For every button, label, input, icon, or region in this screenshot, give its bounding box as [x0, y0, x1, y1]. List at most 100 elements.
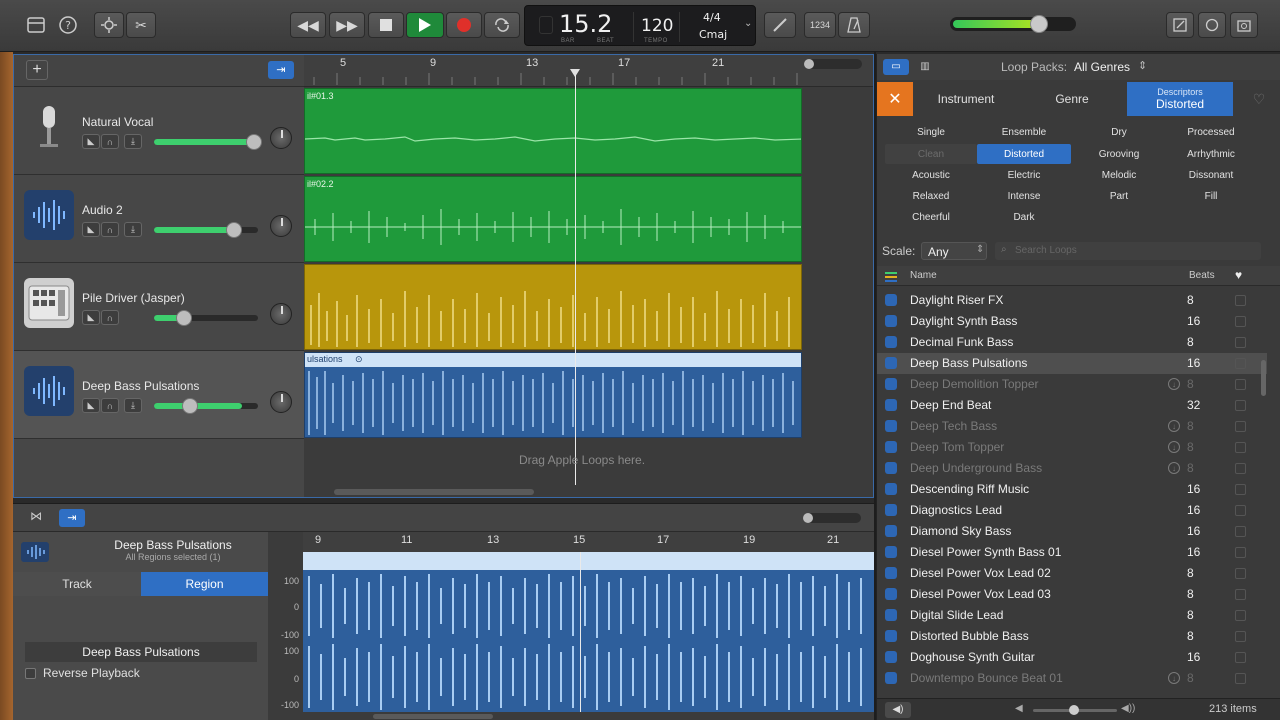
zoom-slider[interactable] — [804, 59, 862, 69]
editor-waveform[interactable] — [303, 552, 874, 712]
list-item[interactable]: Deep Underground Bass ↓ 8 — [877, 458, 1267, 479]
pan-knob[interactable] — [270, 303, 292, 325]
keyword-button[interactable]: Ensemble — [977, 122, 1071, 142]
cycle-button[interactable] — [484, 12, 520, 38]
track-volume-slider[interactable] — [154, 134, 262, 150]
record-enable-icon[interactable]: ⤓ — [124, 398, 142, 413]
list-item[interactable]: Descending Riff Music 16 — [877, 479, 1267, 500]
loop-packs-select[interactable]: All Genres — [1074, 60, 1130, 74]
download-icon[interactable]: ↓ — [1168, 378, 1180, 390]
master-volume-knob[interactable] — [1030, 15, 1048, 33]
keyword-button[interactable]: Electric — [977, 165, 1071, 185]
catch-playhead-icon[interactable]: ⇥ — [268, 61, 294, 79]
loop-browser-icon[interactable] — [1198, 12, 1226, 38]
list-item[interactable]: Diesel Power Vox Lead 02 8 — [877, 563, 1267, 584]
keyword-button[interactable]: Clean — [885, 144, 977, 164]
audio-region[interactable]: il#01.3 — [304, 88, 802, 174]
list-item[interactable]: Deep Bass Pulsations 16 — [877, 353, 1267, 374]
favorite-checkbox[interactable] — [1235, 421, 1246, 432]
column-beats[interactable]: Beats — [1189, 270, 1215, 281]
mute-icon[interactable]: ◣ — [82, 222, 100, 237]
list-item[interactable]: Diagnostics Lead 16 — [877, 500, 1267, 521]
list-item[interactable]: Deep End Beat 32 — [877, 395, 1267, 416]
horizontal-scrollbar[interactable] — [334, 489, 534, 495]
speaker-icon[interactable]: ◀) — [885, 702, 911, 718]
favorite-checkbox[interactable] — [1235, 547, 1246, 558]
volume-knob[interactable] — [226, 222, 242, 238]
column-name[interactable]: Name — [910, 270, 937, 281]
volume-knob[interactable] — [182, 398, 198, 414]
list-item[interactable]: Deep Demolition Topper ↓ 8 — [877, 374, 1267, 395]
list-item[interactable]: Diesel Power Vox Lead 03 8 — [877, 584, 1267, 605]
favorite-checkbox[interactable] — [1235, 358, 1246, 369]
favorite-checkbox[interactable] — [1235, 589, 1246, 600]
column-view-icon[interactable]: ▥ — [915, 59, 935, 75]
keyword-button[interactable]: Single — [885, 122, 977, 142]
record-button[interactable] — [446, 12, 482, 38]
tab-region[interactable]: Region — [141, 572, 268, 596]
loop-type-icon[interactable] — [885, 270, 897, 282]
editor-ruler[interactable]: 9 11 13 15 17 19 21 — [303, 532, 874, 552]
lcd-display[interactable]: 15.2 BAR BEAT 120 TEMPO 4/4 Cmaj ⌄ — [524, 5, 756, 46]
favorite-checkbox[interactable] — [1235, 337, 1246, 348]
headphones-icon[interactable]: ∩ — [101, 398, 119, 413]
library-icon[interactable] — [24, 12, 48, 38]
play-button[interactable] — [406, 12, 444, 38]
keyword-button[interactable]: Acoustic — [885, 165, 977, 185]
preview-volume-slider[interactable] — [1033, 705, 1117, 715]
headphones-icon[interactable]: ∩ — [101, 134, 119, 149]
favorite-checkbox[interactable] — [1235, 316, 1246, 327]
close-filter-icon[interactable]: ✕ — [877, 82, 913, 116]
editor-scrollbar[interactable] — [373, 714, 493, 719]
rewind-button[interactable]: ◀◀ — [290, 12, 326, 38]
list-item[interactable]: Downtempo Bounce Beat 01 ↓ 8 — [877, 668, 1267, 689]
metronome-icon[interactable] — [838, 12, 870, 38]
download-icon[interactable]: ↓ — [1168, 420, 1180, 432]
pan-knob[interactable] — [270, 127, 292, 149]
keyword-button[interactable]: Dark — [977, 207, 1071, 227]
keyword-button[interactable]: Part — [1073, 186, 1165, 206]
favorite-checkbox[interactable] — [1235, 379, 1246, 390]
add-track-button[interactable]: + — [26, 60, 48, 80]
reverse-playback-checkbox[interactable] — [25, 668, 36, 679]
keyword-button[interactable]: Relaxed — [885, 186, 977, 206]
keyword-button[interactable]: Dry — [1073, 122, 1165, 142]
heart-icon[interactable]: ♡ — [1239, 82, 1279, 116]
favorite-checkbox[interactable] — [1235, 295, 1246, 306]
media-browser-icon[interactable] — [1230, 12, 1258, 38]
chevron-updown-icon[interactable]: ⇕ — [1138, 59, 1147, 72]
playhead[interactable] — [575, 75, 576, 485]
flex-time-icon[interactable]: ⋈ — [25, 509, 47, 527]
keyword-button[interactable]: Fill — [1165, 186, 1257, 206]
volume-knob[interactable] — [176, 310, 192, 326]
record-enable-icon[interactable]: ⤓ — [124, 134, 142, 149]
mute-icon[interactable]: ◣ — [82, 310, 100, 325]
headphones-icon[interactable]: ∩ — [101, 310, 119, 325]
list-item[interactable]: Daylight Riser FX 8 — [877, 290, 1267, 311]
list-item[interactable]: Deep Tom Topper ↓ 8 — [877, 437, 1267, 458]
stop-button[interactable] — [368, 12, 404, 38]
loop-list-scrollbar[interactable] — [1261, 360, 1266, 396]
track-header[interactable]: Audio 2 ◣ ∩ ⤓ — [14, 175, 304, 263]
download-icon[interactable]: ↓ — [1168, 672, 1180, 684]
search-loops-input[interactable]: ⌕ Search Loops — [995, 242, 1261, 260]
list-item[interactable]: Digital Slide Lead 8 — [877, 605, 1267, 626]
tuner-icon[interactable] — [764, 12, 796, 38]
favorite-checkbox[interactable] — [1235, 400, 1246, 411]
track-header[interactable]: Pile Driver (Jasper) ◣ ∩ — [14, 263, 304, 351]
keyword-button[interactable]: Dissonant — [1165, 165, 1257, 185]
scissors-icon[interactable]: ✂ — [126, 12, 156, 38]
pan-knob[interactable] — [270, 215, 292, 237]
track-header[interactable]: Deep Bass Pulsations ◣ ∩ ⤓ — [14, 351, 304, 439]
scale-select[interactable]: Any ⇕ — [921, 242, 987, 260]
audio-region[interactable]: il#02.2 — [304, 176, 802, 262]
notepad-icon[interactable] — [1166, 12, 1194, 38]
loop-region[interactable]: ulsations ⊙ — [304, 352, 802, 438]
favorite-checkbox[interactable] — [1235, 610, 1246, 621]
track-volume-slider[interactable] — [154, 398, 258, 414]
track-volume-slider[interactable] — [154, 310, 258, 326]
timeline-ruler[interactable]: 5 9 13 17 21 — [304, 55, 873, 87]
track-volume-slider[interactable] — [154, 222, 258, 238]
master-volume-slider[interactable] — [950, 15, 1076, 33]
tab-track[interactable]: Track — [13, 572, 141, 596]
